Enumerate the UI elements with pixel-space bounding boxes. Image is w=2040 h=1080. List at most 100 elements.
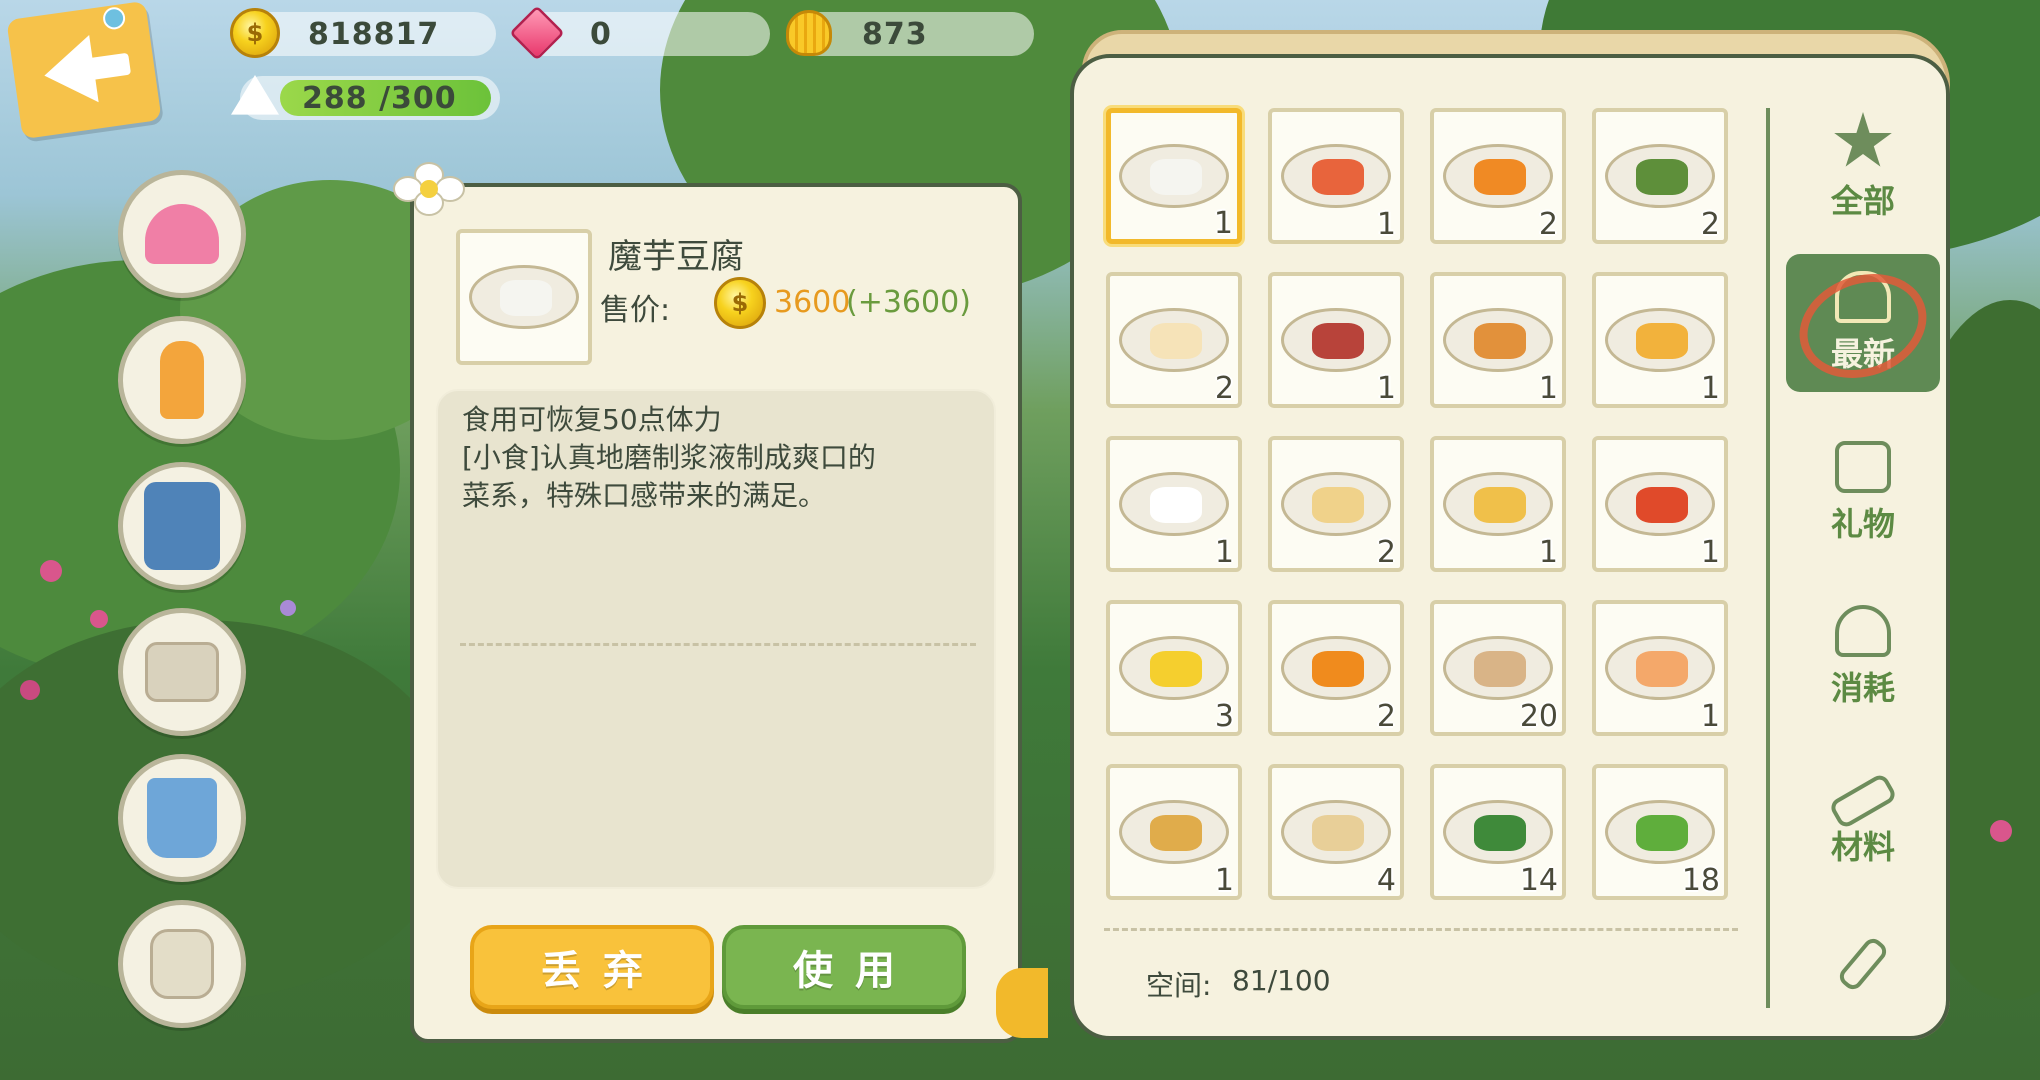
stamina-value: 288 /300 — [302, 80, 457, 116]
gem-value: 0 — [590, 16, 612, 52]
price-label: 售价: — [600, 293, 671, 328]
sandwich-plate-icon — [1281, 472, 1391, 536]
item-quantity: 1 — [1538, 371, 1558, 406]
broccoli-icon — [1605, 800, 1715, 864]
popsicle-icon — [160, 341, 204, 419]
divider — [460, 643, 976, 646]
inventory-slot[interactable]: 20 — [1430, 600, 1566, 736]
inventory-slot[interactable]: 1 — [1106, 764, 1242, 900]
back-button[interactable] — [6, 0, 162, 140]
item-description-box: 食用可恢复50点体力 [小食]认真地磨制浆液制成爽口的 菜系，特殊口感带来的满足… — [436, 389, 996, 889]
gem-counter: 0 — [509, 5, 770, 61]
gold-counter: $ 818817 — [230, 8, 496, 58]
onigiri-icon — [226, 68, 284, 126]
sidebar-divider — [1766, 108, 1770, 1008]
stew-bowl-icon — [1443, 308, 1553, 372]
konjac-tofu-icon — [1119, 144, 1229, 208]
inventory-slot[interactable]: 1 — [1592, 436, 1728, 572]
star-icon — [1834, 112, 1892, 167]
discard-button[interactable]: 丢弃 — [470, 925, 714, 1009]
tomato-dish-icon — [1605, 472, 1715, 536]
flower — [280, 600, 296, 616]
tab-all[interactable]: 全部 — [1786, 98, 1940, 236]
banana-icon — [1119, 636, 1229, 700]
inventory-slot[interactable]: 2 — [1592, 108, 1728, 244]
flower — [90, 610, 108, 628]
inventory-slot[interactable]: 3 — [1106, 600, 1242, 736]
item-quantity: 2 — [1376, 535, 1396, 570]
backpack-icon — [150, 929, 214, 999]
divider — [1104, 928, 1738, 931]
item-quantity: 1 — [1214, 863, 1234, 898]
pin-icon — [101, 5, 127, 31]
inventory-slot[interactable]: 18 — [1592, 764, 1728, 900]
inventory-slot[interactable]: 1 — [1592, 600, 1728, 736]
item-quantity: 1 — [1538, 535, 1558, 570]
steak-plate-icon — [1281, 308, 1391, 372]
item-description: 食用可恢复50点体力 [小食]认真地磨制浆液制成爽口的 菜系，特殊口感带来的满足… — [462, 403, 876, 512]
tab-gifts[interactable]: 礼物 — [1786, 424, 1940, 562]
inventory-panel: 1 1 2 2 2 1 1 1 1 2 1 1 3 2 20 1 1 4 14 18 空间: 81/100 全部 最新… — [1070, 54, 1950, 1040]
shell-counter: 873 — [786, 10, 1034, 56]
fried-dish-icon — [1605, 308, 1715, 372]
equip-slot-accessory[interactable] — [118, 316, 246, 444]
equip-slot-shoes[interactable] — [118, 754, 246, 882]
tab-tools[interactable] — [1786, 912, 1940, 1022]
item-quantity: 20 — [1519, 699, 1558, 734]
inventory-slot[interactable]: 1 — [1430, 436, 1566, 572]
inventory-slot[interactable]: 2 — [1430, 108, 1566, 244]
item-quantity: 1 — [1700, 535, 1720, 570]
equip-slot-locked[interactable] — [118, 608, 246, 736]
shovel-icon — [1835, 934, 1891, 994]
item-quantity: 1 — [1214, 535, 1234, 570]
equip-slot-outfit[interactable] — [118, 462, 246, 590]
tab-materials[interactable]: 材料 — [1786, 758, 1940, 896]
item-detail-panel: 魔芋豆腐 售价: $ 3600 (+3600) 食用可恢复50点体力 [小食]认… — [393, 162, 1022, 1043]
gold-value: 818817 — [308, 16, 440, 52]
item-quantity: 1 — [1376, 207, 1396, 242]
stamina-bar: 288 /300 — [231, 75, 500, 120]
inventory-slot[interactable]: 1 — [1268, 272, 1404, 408]
item-quantity: 2 — [1214, 371, 1234, 406]
inventory-slot[interactable]: 1 — [1430, 272, 1566, 408]
chat-icon[interactable] — [996, 968, 1048, 1038]
shell-icon — [780, 4, 838, 62]
peach-slice-icon — [1605, 636, 1715, 700]
asparagus-icon — [1605, 144, 1715, 208]
tab-consumables[interactable]: 消耗 — [1786, 588, 1940, 726]
salad-plate-icon — [1281, 144, 1391, 208]
inventory-grid: 1 1 2 2 2 1 1 1 1 2 1 1 3 2 20 1 1 4 14 18 — [1106, 108, 1728, 900]
inventory-slot[interactable]: 1 — [1106, 108, 1242, 244]
item-quantity: 18 — [1681, 863, 1720, 898]
selected-item-thumbnail — [456, 229, 592, 365]
flour-sack-icon — [1443, 636, 1553, 700]
inventory-slot[interactable]: 1 — [1268, 108, 1404, 244]
lock-icon — [145, 642, 219, 702]
item-quantity: 2 — [1700, 207, 1720, 242]
seed-bag-icon — [1281, 800, 1391, 864]
item-quantity: 1 — [1700, 371, 1720, 406]
item-quantity: 2 — [1376, 699, 1396, 734]
rain-boots-icon — [147, 778, 217, 858]
tab-newest[interactable]: 最新 — [1784, 254, 1942, 396]
flower — [40, 560, 62, 582]
inventory-slot[interactable]: 1 — [1106, 436, 1242, 572]
inventory-slot[interactable]: 1 — [1592, 272, 1728, 408]
equip-slot-hat[interactable] — [118, 170, 246, 298]
price-bonus: (+3600) — [846, 285, 971, 320]
gold-coin-icon: $ — [714, 277, 766, 329]
watermelon-icon — [1443, 800, 1553, 864]
item-quantity: 3 — [1214, 699, 1234, 734]
inventory-slot[interactable]: 2 — [1268, 600, 1404, 736]
flower — [1990, 820, 2012, 842]
equip-slot-bag[interactable] — [118, 900, 246, 1028]
inventory-slot[interactable]: 2 — [1106, 272, 1242, 408]
gem-icon — [508, 4, 566, 62]
inventory-slot[interactable]: 2 — [1268, 436, 1404, 572]
use-button[interactable]: 使用 — [722, 925, 966, 1009]
inventory-slot[interactable]: 14 — [1430, 764, 1566, 900]
gold-coin-icon: $ — [226, 4, 284, 62]
space-label: 空间: — [1146, 969, 1212, 1002]
konjac-tofu-icon — [469, 265, 579, 329]
inventory-slot[interactable]: 4 — [1268, 764, 1404, 900]
